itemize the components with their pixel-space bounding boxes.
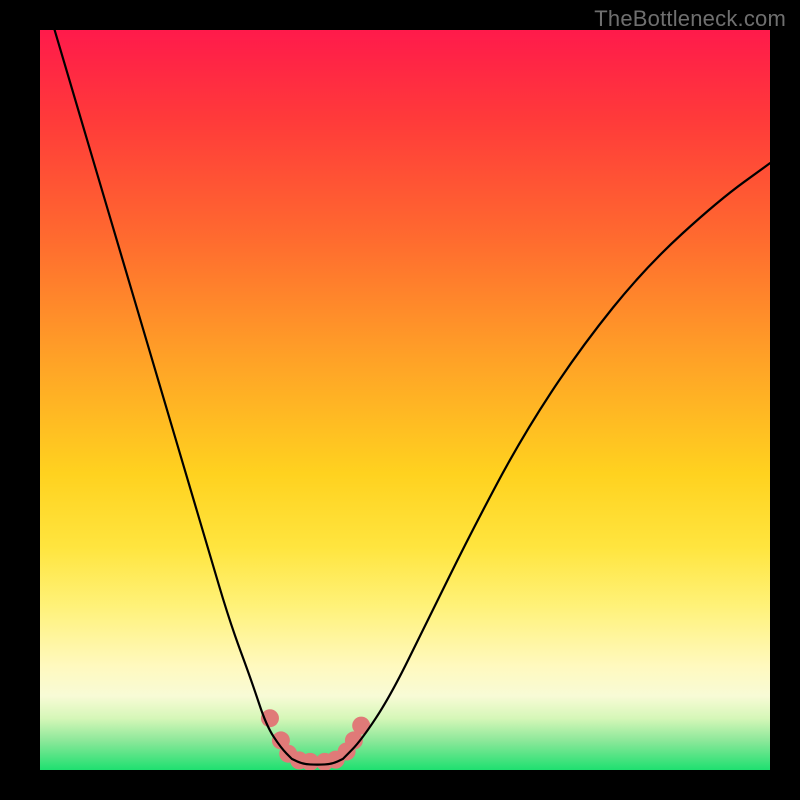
curve-marker xyxy=(290,751,308,769)
chart-svg xyxy=(40,30,770,770)
curve-marker xyxy=(301,753,319,770)
curve-marker xyxy=(352,717,370,735)
curve-marker xyxy=(338,743,356,761)
curve-marker xyxy=(261,709,279,727)
curve-marker xyxy=(272,731,290,749)
bottleneck-curve xyxy=(55,30,770,765)
curve-marker xyxy=(279,745,297,763)
curve-marker xyxy=(316,753,334,770)
outer-frame: TheBottleneck.com xyxy=(0,0,800,800)
watermark-text: TheBottleneck.com xyxy=(594,6,786,32)
marker-group xyxy=(261,709,370,770)
curve-marker xyxy=(345,731,363,749)
curve-marker xyxy=(327,751,345,769)
plot-area xyxy=(40,30,770,770)
